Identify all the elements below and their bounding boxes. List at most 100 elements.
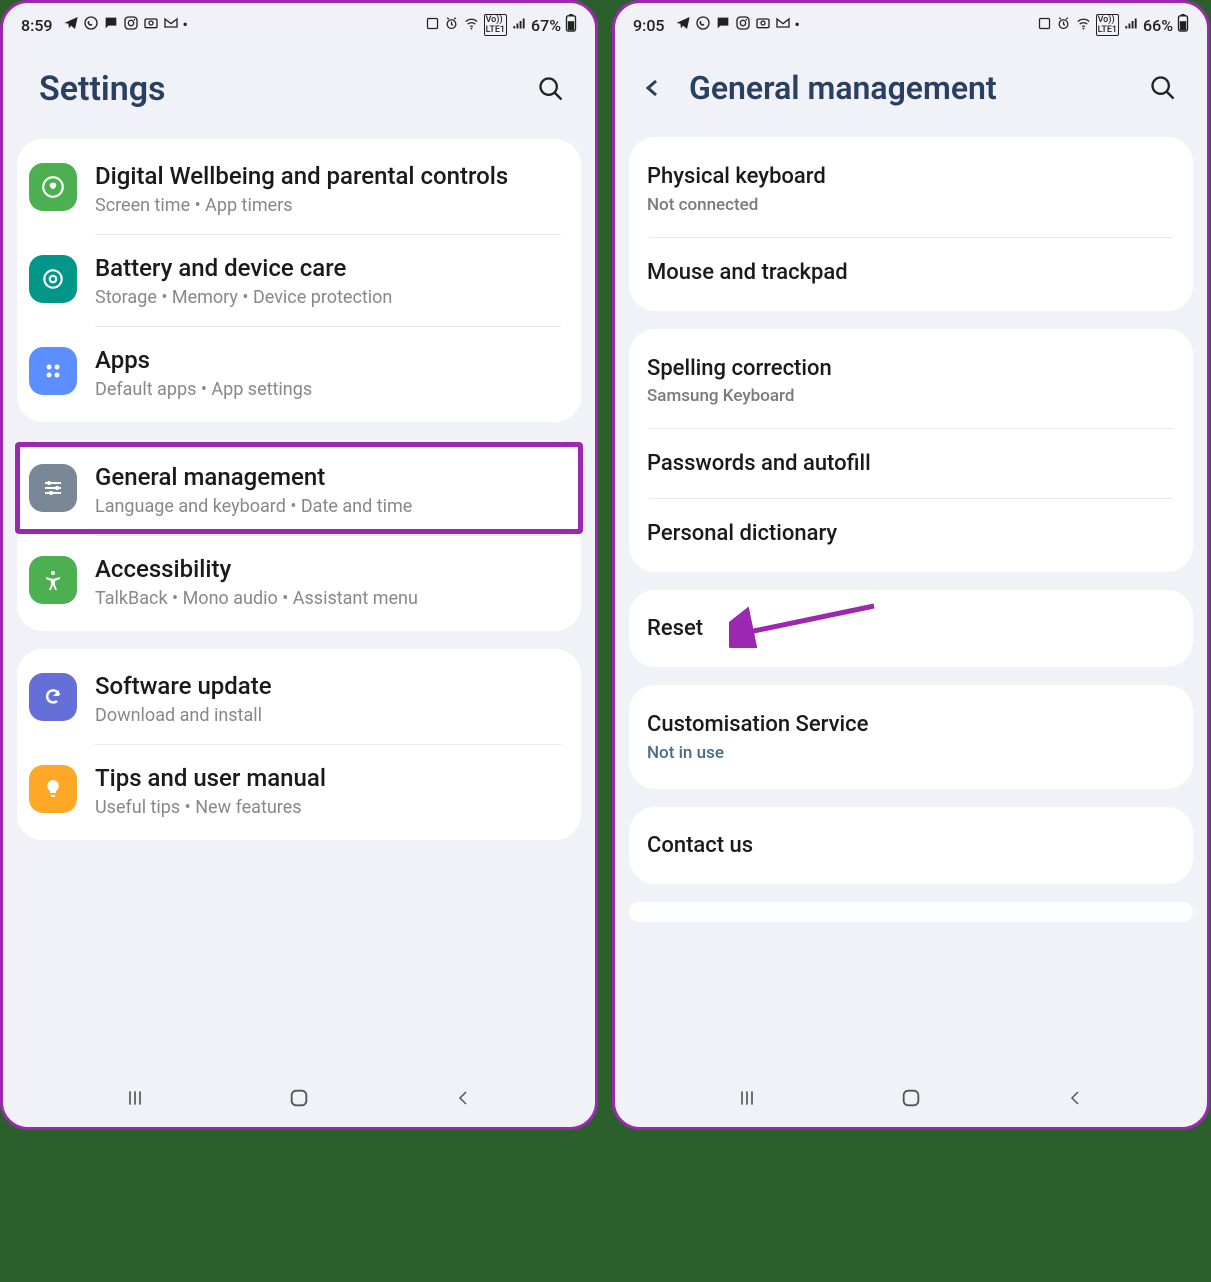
item-personal-dictionary[interactable]: Personal dictionary: [629, 499, 1193, 568]
item-title: Mouse and trackpad: [647, 260, 848, 285]
apps-icon: [29, 347, 77, 395]
back-button[interactable]: [635, 70, 671, 106]
item-reset[interactable]: Reset: [629, 594, 1193, 663]
item-title: Spelling correction: [647, 355, 1175, 383]
tips-icon: [29, 765, 77, 813]
item-passwords-autofill[interactable]: Passwords and autofill: [629, 429, 1193, 498]
instagram-icon: [123, 15, 139, 35]
item-title: Contact us: [647, 833, 753, 858]
settings-item-battery[interactable]: Battery and device care Storage • Memory…: [17, 235, 581, 326]
signal-icon: [511, 16, 527, 35]
settings-item-wellbeing[interactable]: Digital Wellbeing and parental controls …: [17, 143, 581, 234]
item-title: Personal dictionary: [647, 521, 837, 546]
item-subtitle: Language and keyboard • Date and time: [95, 496, 565, 517]
settings-group-partial: [629, 902, 1193, 922]
status-time: 8:59: [21, 16, 53, 35]
item-subtitle: Download and install: [95, 705, 565, 726]
general-management-list: Physical keyboard Not connected Mouse an…: [615, 137, 1207, 1069]
phone-settings: 8:59 •: [0, 0, 598, 1130]
signal-icon: [1123, 16, 1139, 35]
settings-item-apps[interactable]: Apps Default apps • App settings: [17, 327, 581, 418]
search-button[interactable]: [533, 71, 569, 107]
alarm-icon: [444, 16, 459, 35]
settings-group: Spelling correction Samsung Keyboard Pas…: [629, 329, 1193, 573]
nav-home[interactable]: [284, 1083, 314, 1113]
general-management-header: General management: [615, 43, 1207, 137]
item-subtitle: Not in use: [647, 743, 1175, 763]
settings-item-software-update[interactable]: Software update Download and install: [17, 653, 581, 744]
item-title: Tips and user manual: [95, 763, 565, 793]
nav-back[interactable]: [448, 1083, 478, 1113]
settings-group: Physical keyboard Not connected Mouse an…: [629, 137, 1193, 311]
item-title: Digital Wellbeing and parental controls: [95, 161, 565, 191]
item-subtitle: Screen time • App timers: [95, 195, 565, 216]
settings-item-tips[interactable]: Tips and user manual Useful tips • New f…: [17, 745, 581, 836]
item-title: Reset: [647, 616, 703, 641]
nav-recents[interactable]: [120, 1083, 150, 1113]
chat-icon: [715, 15, 731, 35]
battery-icon: [1177, 14, 1189, 36]
whatsapp-icon: [83, 15, 99, 35]
gmail-icon: [163, 15, 179, 35]
settings-list: Digital Wellbeing and parental controls …: [3, 139, 595, 1069]
camera-icon: [143, 15, 159, 35]
chat-icon: [103, 15, 119, 35]
item-title: Physical keyboard: [647, 163, 1175, 191]
item-subtitle: Samsung Keyboard: [647, 386, 1175, 406]
settings-item-accessibility[interactable]: Accessibility TalkBack • Mono audio • As…: [17, 536, 581, 627]
settings-group: General management Language and keyboard…: [17, 440, 581, 631]
battery-percent: 67%: [531, 16, 561, 35]
item-customisation-service[interactable]: Customisation Service Not in use: [629, 689, 1193, 785]
item-subtitle: Default apps • App settings: [95, 379, 565, 400]
software-update-icon: [29, 673, 77, 721]
status-bar: 8:59 •: [3, 3, 595, 43]
settings-group: Contact us: [629, 807, 1193, 884]
settings-group: Reset: [629, 590, 1193, 667]
page-title: General management: [689, 69, 1127, 107]
nav-home[interactable]: [896, 1083, 926, 1113]
item-spelling-correction[interactable]: Spelling correction Samsung Keyboard: [629, 333, 1193, 429]
settings-group: Digital Wellbeing and parental controls …: [17, 139, 581, 422]
item-title: Battery and device care: [95, 253, 565, 283]
nav-bar: [615, 1069, 1207, 1127]
item-title: Accessibility: [95, 554, 565, 584]
dot-icon: •: [183, 16, 188, 34]
telegram-icon: [675, 15, 691, 35]
volte-icon: Vo))LTE1: [484, 14, 507, 36]
nav-recents[interactable]: [732, 1083, 762, 1113]
item-subtitle: Storage • Memory • Device protection: [95, 287, 565, 308]
settings-header: Settings: [3, 43, 595, 139]
battery-icon: [565, 14, 577, 36]
settings-group: Software update Download and install Tip…: [17, 649, 581, 840]
item-title: General management: [95, 462, 565, 492]
phone-general-management: 9:05 • Vo))LTE1 66% General management: [612, 0, 1210, 1130]
telegram-icon: [63, 15, 79, 35]
item-title: Passwords and autofill: [647, 451, 871, 476]
gmail-icon: [775, 15, 791, 35]
settings-item-general-management[interactable]: General management Language and keyboard…: [17, 444, 581, 535]
item-mouse-trackpad[interactable]: Mouse and trackpad: [629, 238, 1193, 307]
battery-care-icon: [29, 255, 77, 303]
nfc-icon: [425, 16, 440, 35]
volte-icon: Vo))LTE1: [1096, 14, 1119, 36]
status-time: 9:05: [633, 16, 665, 35]
accessibility-icon: [29, 556, 77, 604]
page-title: Settings: [39, 69, 515, 109]
item-title: Customisation Service: [647, 711, 1175, 739]
camera-icon: [755, 15, 771, 35]
item-title: Apps: [95, 345, 565, 375]
item-physical-keyboard[interactable]: Physical keyboard Not connected: [629, 141, 1193, 237]
wellbeing-icon: [29, 163, 77, 211]
search-button[interactable]: [1145, 70, 1181, 106]
item-subtitle: Useful tips • New features: [95, 797, 565, 818]
item-title: Software update: [95, 671, 565, 701]
status-bar: 9:05 • Vo))LTE1 66%: [615, 3, 1207, 43]
wifi-icon: [1075, 16, 1092, 35]
item-contact-us[interactable]: Contact us: [629, 811, 1193, 880]
nav-back[interactable]: [1060, 1083, 1090, 1113]
nav-bar: [3, 1069, 595, 1127]
instagram-icon: [735, 15, 751, 35]
dot-icon: •: [795, 16, 800, 34]
whatsapp-icon: [695, 15, 711, 35]
nfc-icon: [1037, 16, 1052, 35]
